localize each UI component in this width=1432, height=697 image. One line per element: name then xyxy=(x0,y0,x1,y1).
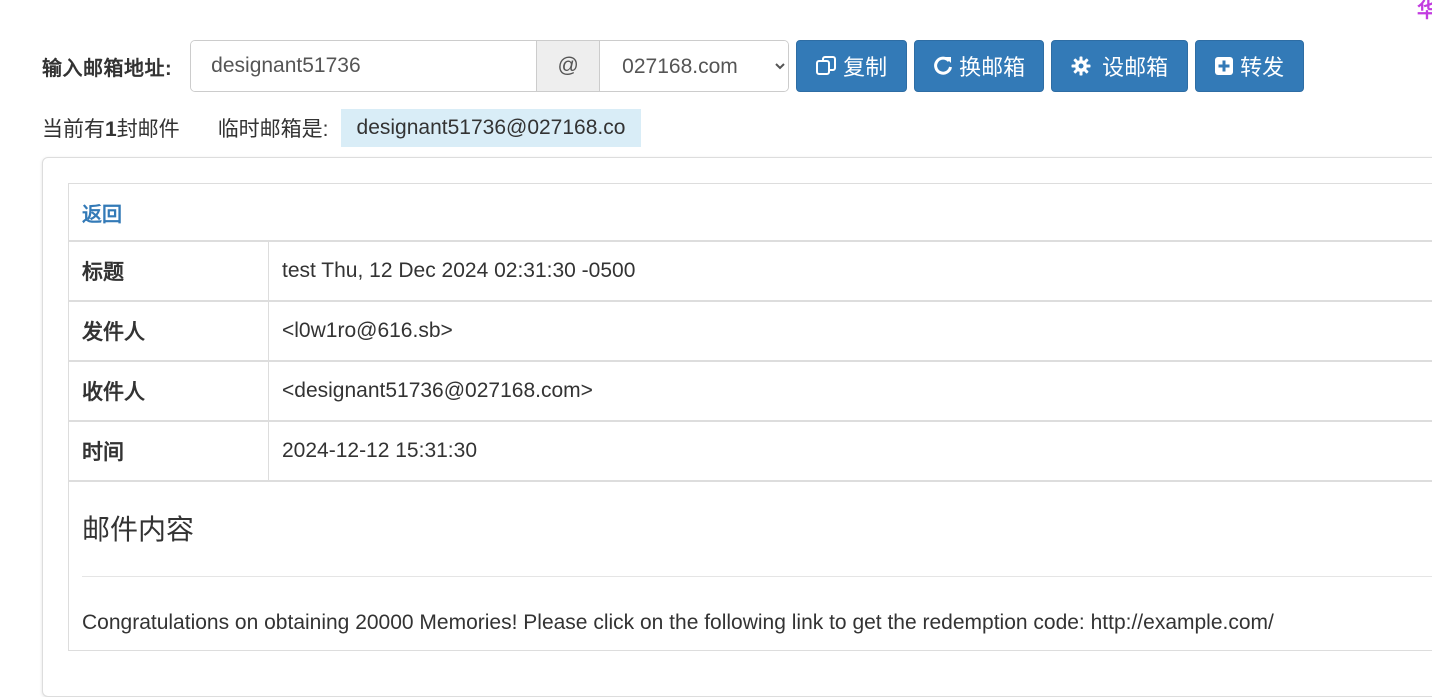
time-row: 时间 2024-12-12 15:31:30 xyxy=(69,422,1432,482)
mail-content-area: 邮件内容 Congratulations on obtaining 20000 … xyxy=(69,510,1432,635)
back-link[interactable]: 返回 xyxy=(82,198,122,227)
plus-square-icon xyxy=(1215,57,1234,75)
change-mailbox-button[interactable]: 换邮箱 xyxy=(914,40,1045,92)
recipient-row: 收件人 <designant51736@027168.com> xyxy=(69,362,1432,422)
subject-key: 标题 xyxy=(69,242,269,300)
username-input[interactable] xyxy=(191,41,537,91)
sender-row: 发件人 <l0w1ro@616.sb> xyxy=(69,302,1432,362)
temp-mailbox-address: designant51736@027168.co xyxy=(340,109,642,147)
set-mailbox-button[interactable]: 设邮箱 xyxy=(1051,40,1189,92)
count-suffix: 封邮件 xyxy=(116,118,180,141)
sender-value: <l0w1ro@616.sb> xyxy=(282,319,453,342)
mail-detail-table: 返回 标题 test Thu, 12 Dec 2024 02:31:30 -05… xyxy=(68,183,1432,651)
copy-button-label: 复制 xyxy=(843,55,888,80)
set-button-label: 设邮箱 xyxy=(1102,55,1169,80)
count-prefix: 当前有 xyxy=(42,118,105,141)
recipient-key: 收件人 xyxy=(69,362,269,420)
sender-key: 发件人 xyxy=(69,302,269,360)
subject-value: test Thu, 12 Dec 2024 02:31:30 -0500 xyxy=(282,259,636,282)
copy-button[interactable]: 复制 xyxy=(796,40,908,92)
mail-panel: 返回 标题 test Thu, 12 Dec 2024 02:31:30 -05… xyxy=(42,157,1432,697)
mail-count-text: 当前有1封邮件 xyxy=(42,113,180,143)
forward-button[interactable]: 转发 xyxy=(1195,40,1305,92)
domain-select[interactable]: 027168.com xyxy=(600,41,789,91)
forward-button-label: 转发 xyxy=(1240,55,1285,80)
subject-row: 标题 test Thu, 12 Dec 2024 02:31:30 -0500 xyxy=(69,242,1432,302)
corner-glyph: 华 xyxy=(1417,0,1432,22)
recipient-value: <designant51736@027168.com> xyxy=(282,379,593,402)
change-button-label: 换邮箱 xyxy=(959,55,1026,80)
at-symbol: @ xyxy=(536,41,601,91)
back-row: 返回 xyxy=(69,184,1432,242)
refresh-icon xyxy=(934,56,953,75)
time-value: 2024-12-12 15:31:30 xyxy=(282,439,477,462)
content-title: 邮件内容 xyxy=(82,514,195,545)
temp-mailbox-label: 临时邮箱是: xyxy=(217,118,329,141)
content-divider xyxy=(82,576,1432,577)
status-row: 当前有1封邮件 临时邮箱是: designant51736@027168.co xyxy=(42,109,642,147)
address-bar: 输入邮箱地址: @ 027168.com 复制 换邮箱 xyxy=(42,40,1305,92)
mail-count: 1 xyxy=(105,118,117,141)
address-label: 输入邮箱地址: xyxy=(42,57,173,80)
gear-icon xyxy=(1071,56,1091,76)
copy-icon xyxy=(816,56,837,75)
content-body: Congratulations on obtaining 20000 Memor… xyxy=(82,611,1274,634)
time-key: 时间 xyxy=(69,422,269,480)
address-input-group: @ 027168.com xyxy=(190,40,790,92)
